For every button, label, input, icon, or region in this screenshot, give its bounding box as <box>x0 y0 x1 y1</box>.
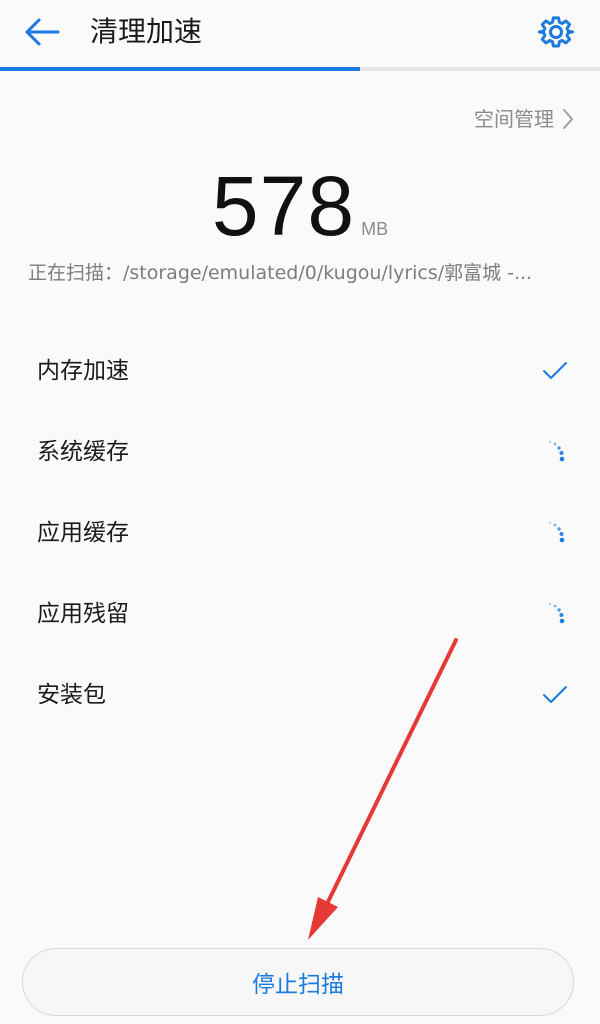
loading-spinner-icon <box>540 518 570 548</box>
checkmark-icon <box>540 356 570 386</box>
task-item-app-cache: 应用缓存 <box>0 494 600 575</box>
scan-progress-bar <box>0 67 600 71</box>
junk-size-readout: 578 MB <box>0 158 600 254</box>
task-item-system-cache: 系统缓存 <box>0 413 600 494</box>
loading-spinner-icon <box>540 599 570 629</box>
task-label: 应用残留 <box>37 601 129 627</box>
space-management-label: 空间管理 <box>474 107 554 131</box>
task-item-app-residue: 应用残留 <box>0 575 600 656</box>
arrow-left-icon <box>25 18 60 46</box>
chevron-right-icon <box>562 108 574 130</box>
scan-task-list: 内存加速 系统缓存 应用缓存 应用残留 安装包 <box>0 332 600 737</box>
task-label: 安装包 <box>37 682 106 708</box>
page-title: 清理加速 <box>90 15 203 48</box>
space-management-link[interactable]: 空间管理 <box>474 104 574 134</box>
junk-size-value: 578 <box>211 159 356 253</box>
gear-icon <box>538 16 574 48</box>
stop-scan-button[interactable]: 停止扫描 <box>22 948 574 1016</box>
task-label: 内存加速 <box>37 358 129 384</box>
scan-progress-fill <box>0 67 360 71</box>
settings-button[interactable] <box>534 10 578 54</box>
scan-status-text: 正在扫描：/storage/emulated/0/kugou/lyrics/郭富… <box>28 262 533 284</box>
junk-size-unit: MB <box>361 219 389 239</box>
loading-spinner-icon <box>540 437 570 467</box>
task-label: 应用缓存 <box>37 520 129 546</box>
task-item-memory-boost: 内存加速 <box>0 332 600 413</box>
task-item-install-packages: 安装包 <box>0 656 600 737</box>
back-button[interactable] <box>20 12 64 52</box>
task-label: 系统缓存 <box>37 439 129 465</box>
checkmark-icon <box>540 680 570 710</box>
app-bar: 清理加速 <box>0 0 600 66</box>
